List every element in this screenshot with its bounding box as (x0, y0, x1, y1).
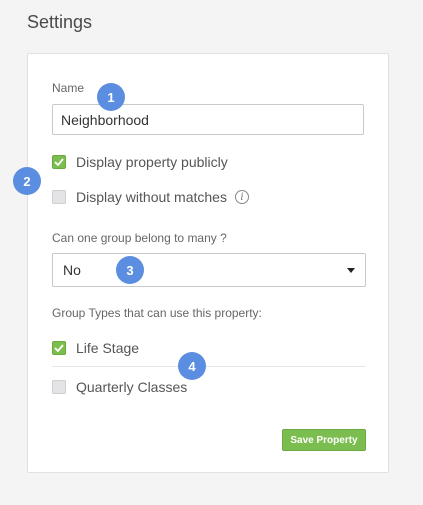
name-input[interactable] (52, 104, 364, 135)
settings-card: Name Display property publicly Display w… (27, 53, 389, 473)
display-publicly-checkbox[interactable] (52, 155, 66, 169)
life-stage-label: Life Stage (76, 340, 140, 356)
belong-to-many-select[interactable]: No (52, 253, 366, 287)
belong-to-many-label: Can one group belong to many ? (52, 231, 227, 245)
checkmark-icon (54, 158, 64, 166)
display-without-matches-checkbox[interactable] (52, 190, 66, 204)
info-icon[interactable]: i (234, 190, 249, 204)
display-without-matches-option[interactable]: Display without matches i (52, 189, 249, 205)
annotation-badge-1: 1 (97, 83, 125, 111)
chevron-down-icon (347, 267, 355, 273)
display-publicly-label: Display property publicly (76, 154, 228, 170)
display-publicly-option[interactable]: Display property publicly (52, 154, 228, 170)
save-property-button[interactable]: Save Property (282, 429, 366, 451)
page-title: Settings (27, 12, 93, 32)
annotation-badge-2: 2 (13, 167, 41, 195)
quarterly-classes-checkbox[interactable] (52, 380, 66, 394)
divider (52, 366, 366, 367)
display-without-matches-label: Display without matches (76, 189, 227, 205)
group-type-life-stage[interactable]: Life Stage (52, 340, 139, 356)
name-label: Name (52, 81, 85, 95)
belong-to-many-value: No (63, 262, 81, 278)
checkmark-icon (54, 344, 64, 352)
annotation-badge-4: 4 (178, 352, 206, 380)
life-stage-checkbox[interactable] (52, 341, 66, 355)
group-types-label: Group Types that can use this property: (52, 306, 262, 320)
group-type-quarterly-classes[interactable]: Quarterly Classes (52, 379, 187, 395)
annotation-badge-3: 3 (116, 256, 144, 284)
quarterly-classes-label: Quarterly Classes (76, 379, 188, 395)
